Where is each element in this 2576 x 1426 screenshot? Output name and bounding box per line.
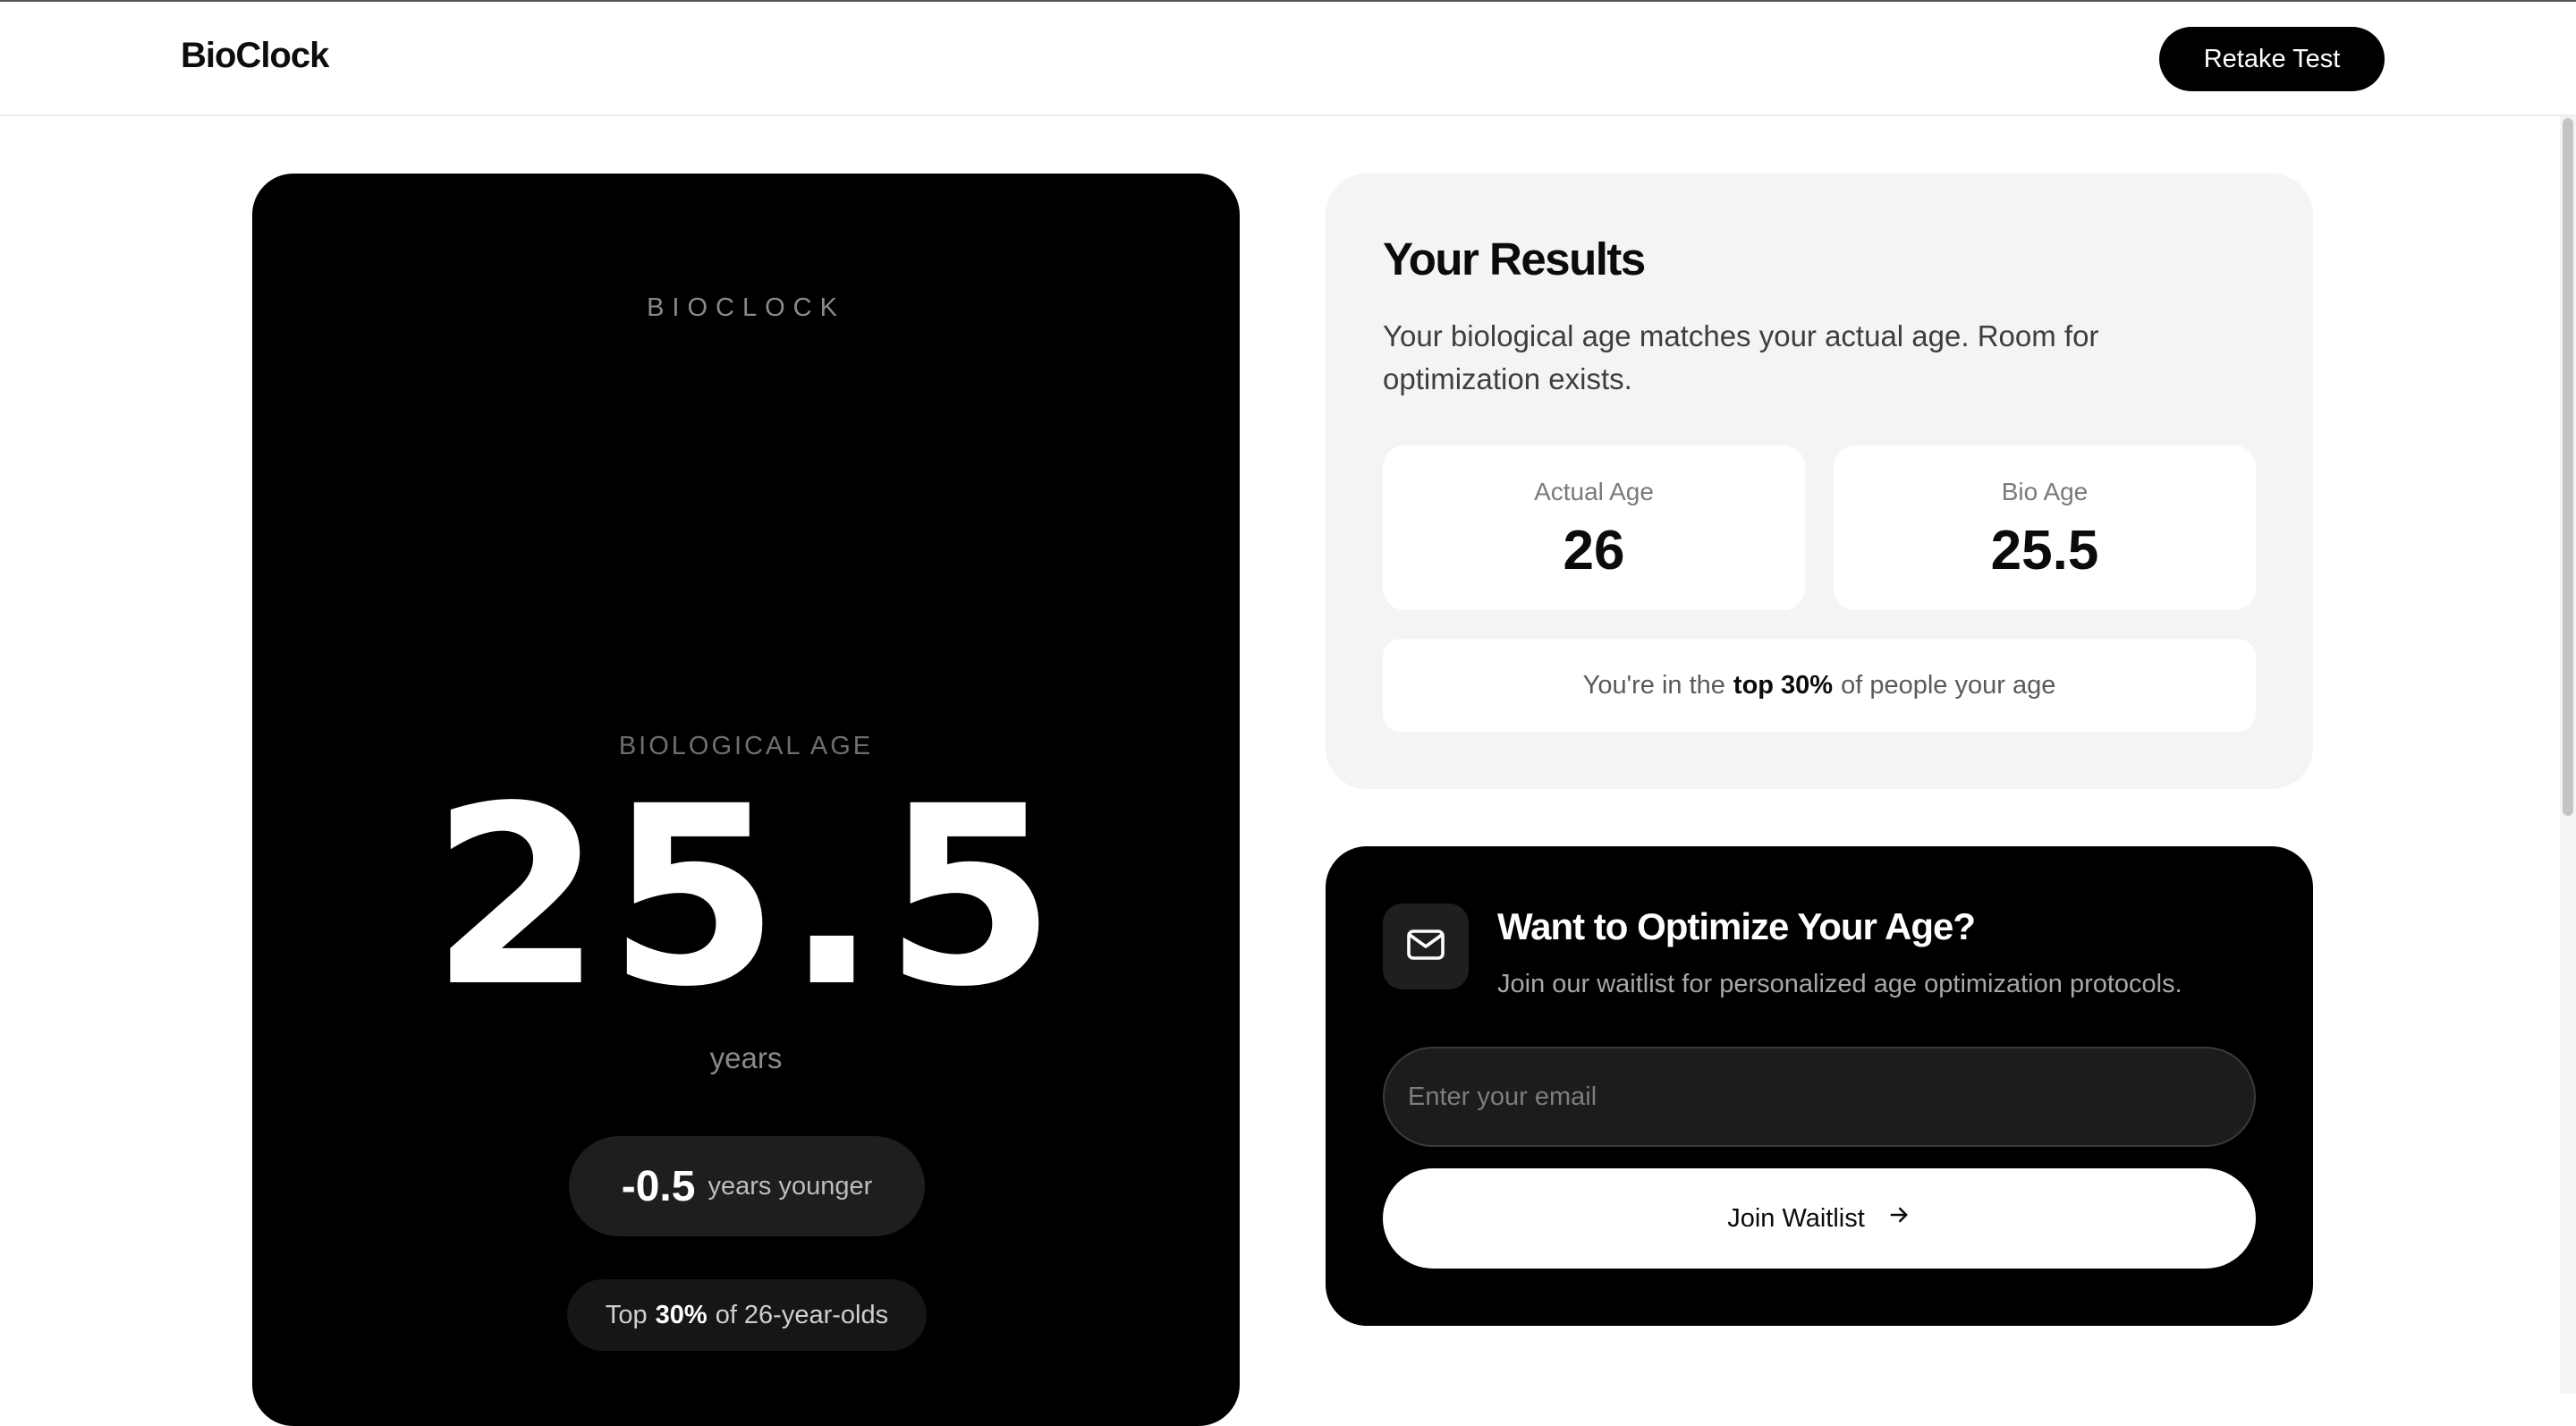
mail-icon [1404, 923, 1447, 971]
age-difference-value: -0.5 [621, 1162, 696, 1210]
age-difference-text: years younger [708, 1171, 873, 1201]
actual-age-value: 26 [1563, 520, 1625, 581]
scrollbar-thumb[interactable] [2563, 118, 2573, 816]
bio-age-stat: Bio Age 25.5 [1834, 446, 2256, 610]
card-brand: BIOCLOCK [647, 293, 845, 322]
logo[interactable]: BioClock [181, 36, 329, 76]
percentile-prefix: You're in the [1582, 670, 1725, 700]
bio-age-label: Bio Age [2001, 478, 2089, 505]
join-waitlist-button[interactable]: Join Waitlist [1383, 1168, 2256, 1269]
retake-test-button[interactable]: Retake Test [2159, 27, 2385, 91]
percentile-badge-suffix: of 26-year-olds [715, 1300, 889, 1329]
top-navbar: BioClock Retake Test [0, 2, 2576, 116]
join-waitlist-label: Join Waitlist [1727, 1203, 1865, 1233]
results-card: Your Results Your biological age matches… [1326, 174, 2313, 789]
arrow-right-icon [1886, 1202, 1911, 1235]
results-title: Your Results [1383, 233, 1646, 284]
biological-age-value: 25.5 [430, 754, 1062, 1041]
actual-age-label: Actual Age [1534, 478, 1654, 505]
actual-age-stat: Actual Age 26 [1383, 446, 1805, 610]
percentile-summary: You're in the top 30% of people your age [1383, 639, 2256, 732]
mail-icon-container [1383, 904, 1469, 989]
years-unit: years [709, 1041, 783, 1074]
waitlist-card: Want to Optimize Your Age? Join our wait… [1326, 846, 2313, 1326]
waitlist-title: Want to Optimize Your Age? [1497, 905, 1976, 947]
results-description: Your biological age matches your actual … [1383, 319, 2099, 395]
percentile-bold: top 30% [1733, 670, 1834, 700]
bio-age-card: BIOCLOCK BIOLOGICAL AGE 25.5 years -0.5 … [252, 174, 1240, 1426]
percentile-suffix: of people your age [1841, 670, 2056, 700]
age-difference-badge: -0.5 years younger [569, 1136, 925, 1236]
bio-age-value: 25.5 [1990, 520, 2099, 581]
waitlist-subtitle: Join our waitlist for personalized age o… [1497, 970, 2182, 998]
percentile-badge-prefix: Top [605, 1300, 648, 1329]
percentile-badge: Top 30% of 26-year-olds [567, 1279, 927, 1351]
percentile-badge-value: 30% [655, 1300, 708, 1329]
email-input[interactable] [1383, 1047, 2256, 1147]
